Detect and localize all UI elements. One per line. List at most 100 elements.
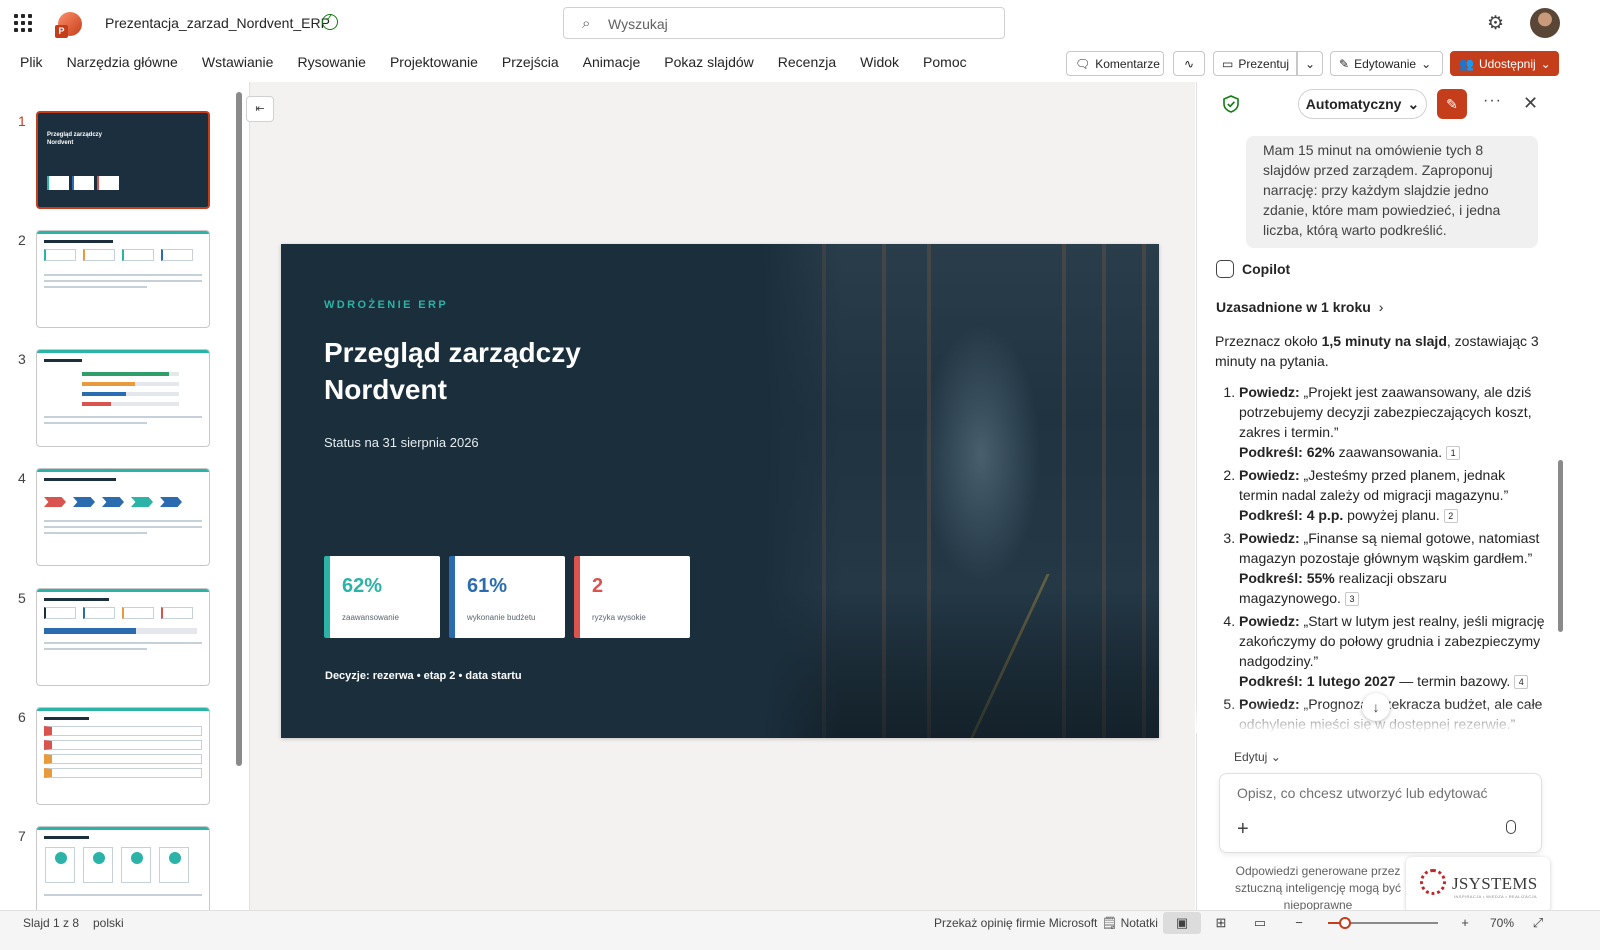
microphone-icon[interactable]: [1506, 820, 1516, 834]
document-title[interactable]: Prezentacja_zarzad_Nordvent_ERP: [105, 15, 330, 31]
chevron-down-icon: ⌄: [1407, 95, 1420, 112]
tab-animations[interactable]: Animacje: [583, 54, 641, 70]
citation-ref[interactable]: 3: [1344, 592, 1359, 607]
feedback-link[interactable]: Przekaż opinię firmie Microsoft: [934, 916, 1097, 930]
thumbnail-preview[interactable]: [36, 468, 210, 566]
tab-slideshow[interactable]: Pokaz slajdów: [664, 54, 754, 70]
powerpoint-logo-icon: P: [55, 12, 82, 38]
tab-review[interactable]: Recenzja: [778, 54, 836, 70]
tab-transitions[interactable]: Przejścia: [502, 54, 559, 70]
slide-thumbnail-4[interactable]: 4: [0, 468, 248, 570]
slide-thumbnails-pane: 1 Przegląd zarządczy Nordvent 2 3 4 5 6 …: [0, 82, 248, 910]
comment-icon: 🗨: [1075, 56, 1091, 71]
collapse-pane-icon[interactable]: ⇤: [246, 96, 274, 122]
kpi-value: 61%: [467, 575, 508, 597]
list-item: Powiedz: „Jesteśmy przed planem, jednak …: [1239, 465, 1545, 525]
thumbnail-preview[interactable]: [36, 826, 210, 910]
slide-thumbnail-6[interactable]: 6: [0, 707, 248, 809]
copilot-conversation[interactable]: Mam 15 minut na omówienie tych 8 slajdów…: [1196, 128, 1560, 733]
zoom-slider-handle[interactable]: [1339, 917, 1351, 929]
new-chat-icon[interactable]: ✎: [1437, 89, 1467, 119]
slide-thumbnail-2[interactable]: 2: [0, 230, 248, 332]
zoom-slider[interactable]: [1328, 917, 1438, 929]
slide-title-line-1: Przegląd zarządczy: [324, 337, 581, 368]
search-icon: ⌕: [582, 15, 591, 32]
slide-thumbnail-5[interactable]: 5: [0, 588, 248, 690]
zoom-level[interactable]: 70%: [1490, 916, 1514, 930]
tab-view[interactable]: Widok: [860, 54, 899, 70]
present-label: Prezentuj: [1238, 56, 1290, 71]
tab-design[interactable]: Projektowanie: [390, 54, 478, 70]
slide-thumbnail-3[interactable]: 3: [0, 349, 248, 451]
answer-intro: Przeznacz około 1,5 minuty na slajd, zos…: [1215, 333, 1539, 369]
user-avatar[interactable]: [1530, 8, 1560, 38]
list-item: Powiedz: „Start w lutym jest realny, jeś…: [1239, 611, 1545, 691]
shield-check-icon[interactable]: [1222, 95, 1240, 113]
app-launcher-icon[interactable]: [14, 14, 32, 32]
thumbnail-preview[interactable]: [36, 707, 210, 805]
tab-draw[interactable]: Rysowanie: [297, 54, 365, 70]
present-button[interactable]: ▭ Prezentuj: [1213, 51, 1297, 76]
pencil-icon: ✎: [1339, 56, 1350, 71]
copilot-mode-label: Automatyczny: [1305, 96, 1402, 112]
editing-mode-button[interactable]: ✎ Edytowanie ⌄: [1330, 51, 1443, 76]
slide-title-line-2: Nordvent: [324, 374, 447, 405]
share-button[interactable]: 👥 Udostępnij ⌄: [1450, 51, 1559, 76]
thumbnail-preview[interactable]: [36, 588, 210, 686]
activity-button[interactable]: ∿: [1173, 51, 1205, 76]
settings-gear-icon[interactable]: ⚙: [1487, 12, 1504, 35]
slide-subtitle: Status na 31 sierpnia 2026: [324, 435, 479, 450]
share-people-icon: 👥: [1459, 56, 1474, 71]
more-options-icon[interactable]: ···: [1483, 92, 1502, 110]
language-indicator[interactable]: polski: [93, 916, 124, 930]
current-slide[interactable]: WDROŻENIE ERP Przegląd zarządczy Nordven…: [281, 244, 1159, 738]
slide-thumbnail-7[interactable]: 7: [0, 826, 248, 910]
kpi-card-progress: 62% zaawansowanie: [324, 556, 440, 638]
presenter-view-icon[interactable]: ▭: [1252, 915, 1268, 930]
add-attachment-icon[interactable]: +: [1237, 818, 1249, 841]
search-box[interactable]: ⌕: [563, 7, 1005, 39]
prompt-input[interactable]: [1237, 785, 1527, 807]
comments-button[interactable]: 🗨 Komentarze: [1066, 51, 1164, 76]
notes-button[interactable]: 🗒 Notatki: [1102, 916, 1158, 930]
thumbnail-preview[interactable]: Przegląd zarządczy Nordvent: [36, 111, 210, 209]
user-message: Mam 15 minut na omówienie tych 8 slajdów…: [1246, 136, 1538, 248]
activity-pulse-icon: ∿: [1183, 56, 1195, 71]
search-input[interactable]: [608, 14, 988, 34]
scroll-down-arrow-icon[interactable]: ↓: [1362, 693, 1390, 721]
thumbnail-preview[interactable]: [36, 349, 210, 447]
slide-number: 3: [18, 351, 26, 367]
zoom-in-icon[interactable]: +: [1457, 915, 1473, 930]
ribbon: Plik Narzędzia główne Wstawianie Rysowan…: [0, 46, 1600, 82]
saved-status-icon[interactable]: [322, 13, 338, 30]
fit-to-window-icon[interactable]: ⤢: [1530, 915, 1546, 930]
citation-ref[interactable]: 2: [1443, 509, 1458, 524]
copilot-scrollbar[interactable]: [1558, 460, 1563, 632]
citation-ref[interactable]: 4: [1514, 675, 1529, 690]
tab-insert[interactable]: Wstawianie: [202, 54, 274, 70]
normal-view-icon[interactable]: ▣: [1174, 915, 1190, 930]
tab-file[interactable]: Plik: [20, 54, 43, 70]
slide-decisions: Decyzje: rezerwa • etap 2 • data startu: [325, 670, 522, 682]
share-label: Udostępnij: [1478, 56, 1536, 71]
chevron-right-icon: ›: [1378, 299, 1384, 315]
jsystems-watermark-logo: JSYSTEMS INSPIRACJA • WIEDZA • REALIZACJ…: [1406, 857, 1550, 913]
slide-sorter-icon[interactable]: ⊞: [1213, 915, 1229, 930]
slide-thumbnail-1[interactable]: 1 Przegląd zarządczy Nordvent: [0, 111, 248, 213]
grounded-steps-link[interactable]: Uzasadnione w 1 kroku ›: [1216, 299, 1383, 315]
thumbnails-scrollbar[interactable]: [236, 92, 242, 766]
tab-home[interactable]: Narzędzia główne: [67, 54, 178, 70]
tab-help[interactable]: Pomoc: [923, 54, 967, 70]
citation-ref[interactable]: 1: [1446, 446, 1461, 461]
chevron-down-icon: ⌄: [1270, 750, 1281, 764]
thumbnail-preview[interactable]: [36, 230, 210, 328]
copilot-composer[interactable]: +: [1219, 773, 1542, 853]
copilot-mode-select[interactable]: Automatyczny ⌄: [1298, 89, 1427, 119]
close-icon[interactable]: ✕: [1523, 93, 1538, 114]
chevron-down-icon: ⌄: [1304, 56, 1316, 71]
slide-number: 7: [18, 828, 26, 844]
list-item: Powiedz: „Finanse są niemal gotowe, nato…: [1239, 528, 1545, 608]
edit-dropdown[interactable]: Edytuj ⌄: [1234, 750, 1281, 764]
present-dropdown-button[interactable]: ⌄: [1297, 51, 1323, 76]
zoom-out-icon[interactable]: −: [1291, 915, 1307, 930]
